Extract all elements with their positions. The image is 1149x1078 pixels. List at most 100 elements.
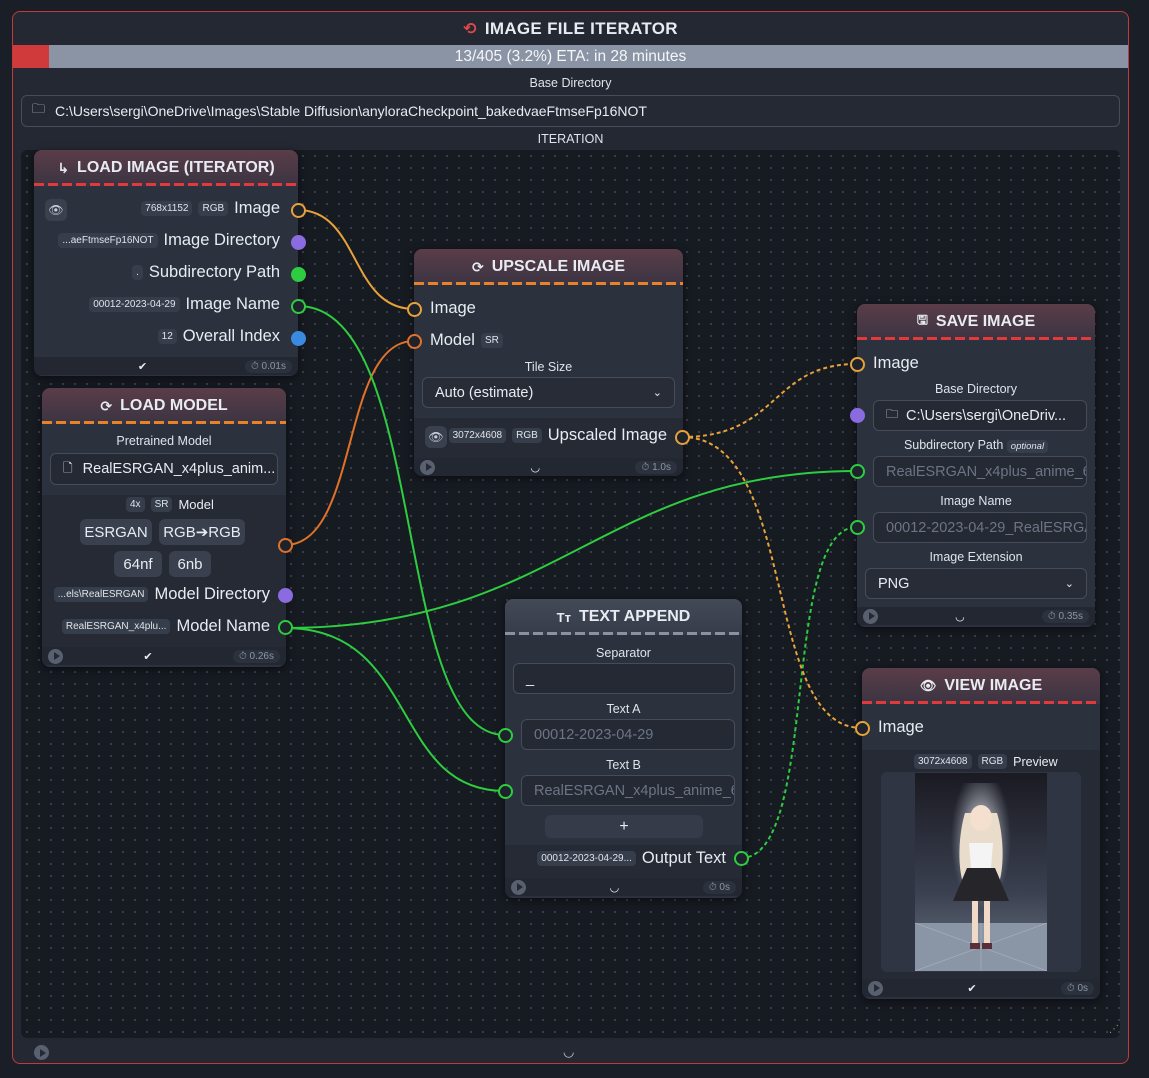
output-label: Upscaled Image [547, 426, 667, 444]
text-b-label: Text B [606, 758, 641, 772]
header-divider [42, 421, 286, 424]
handle-save-name-in[interactable] [850, 520, 865, 535]
value-tag: . [132, 265, 143, 280]
spinner-icon: ◡ [609, 881, 620, 894]
input-label: Image [873, 354, 919, 372]
value-tag: 00012-2023-04-29... [537, 851, 636, 866]
base-directory-field[interactable]: 🗀 C:\Users\sergi\OneDrive\Images\Stable … [21, 95, 1120, 127]
handle-upscaled-out[interactable] [675, 430, 690, 445]
text-a-value: 00012-2023-04-29 [534, 726, 654, 743]
add-input-button[interactable]: + [545, 815, 703, 838]
value-tag: RealESRGAN_x4plu... [61, 619, 171, 634]
load-image-title: LOAD IMAGE (ITERATOR) [77, 159, 275, 176]
separator-field[interactable]: _ [513, 663, 735, 694]
handle-save-subdir-in[interactable] [850, 464, 865, 479]
handle-directory-out[interactable] [291, 235, 306, 250]
input-image: Image [430, 299, 476, 318]
timer: ⏱ 0.35s [1041, 609, 1089, 623]
output-image-name: 00012-2023-04-29 Image Name [89, 295, 280, 314]
iteration-label: ITERATION [537, 132, 604, 146]
handle-save-image-in[interactable] [850, 357, 865, 372]
handle-text-b-in[interactable] [498, 784, 513, 799]
timer: ⏱ 0.01s [244, 359, 292, 373]
model-type-row: 4x SR Model [126, 497, 214, 512]
handle-subdir-out[interactable] [291, 267, 306, 282]
handle-model-out[interactable] [278, 538, 293, 553]
chevron-down-icon: ⌄ [652, 387, 662, 399]
handle-upscale-model-in[interactable] [407, 334, 422, 349]
timer: ⏱ 1.0s [635, 460, 677, 474]
output-label: Subdirectory Path [148, 263, 280, 281]
play-icon[interactable] [48, 648, 63, 664]
value-tag: 00012-2023-04-29 [89, 297, 180, 312]
output-label: Model Name [176, 617, 270, 635]
image-extension-select[interactable]: PNG ⌄ [865, 568, 1087, 599]
color-pill: RGB➔RGB [159, 519, 245, 545]
text-icon: Tт [556, 609, 571, 625]
check-icon: ✔ [143, 650, 153, 663]
check-icon: ✔ [137, 360, 148, 373]
output-model-directory: ...els\RealESRGAN Model Directory [53, 585, 270, 604]
input-label: Image [430, 299, 476, 317]
image-name-field[interactable]: 00012-2023-04-29_RealESRGA [873, 512, 1087, 543]
preview-image [915, 773, 1047, 971]
eye-icon[interactable]: 👁 [425, 426, 447, 448]
text-append-title: TEXT APPEND [578, 608, 691, 625]
image-extension-value: PNG [878, 575, 910, 592]
header-divider [505, 632, 742, 635]
folder-icon: 🗀 [886, 407, 899, 421]
arrow-icon: ↳ [57, 159, 70, 176]
upscale-image-node[interactable]: ⟳ UPSCALE IMAGE Image Model SR Tile Size… [414, 249, 683, 476]
output-upscaled-image: 3072x4608 RGB Upscaled Image [448, 426, 667, 445]
input-label: Image [878, 718, 924, 736]
header-divider [857, 337, 1095, 340]
text-b-value: RealESRGAN_x4plus_anime_6 [534, 782, 735, 799]
handle-imagename-out[interactable] [291, 299, 306, 314]
handle-save-basedir-in[interactable] [850, 408, 865, 423]
separator-label: Separator [596, 646, 651, 660]
scale-tag: 4x [126, 497, 145, 512]
text-a-field[interactable]: 00012-2023-04-29 [521, 719, 735, 750]
view-image-node[interactable]: 👁 VIEW IMAGE Image 3072x4608 RGB Preview [862, 668, 1100, 999]
handle-output-text-out[interactable] [734, 851, 749, 866]
save-image-node[interactable]: 🖫 SAVE IMAGE Image Base Directory 🗀 C:\U… [857, 304, 1095, 627]
base-directory-field[interactable]: 🗀 C:\Users\sergi\OneDriv... [873, 400, 1087, 431]
handle-upscale-image-in[interactable] [407, 302, 422, 317]
node-footer: ✔ ⏱ 0.01s [34, 357, 298, 375]
output-label: Output Text [641, 849, 726, 867]
model-label: Model [178, 497, 214, 512]
text-b-field[interactable]: RealESRGAN_x4plus_anime_6 [521, 775, 735, 806]
text-append-node[interactable]: Tт TEXT APPEND Separator _ Text A 00012-… [505, 599, 742, 898]
timer: ⏱ 0s [1060, 981, 1094, 995]
base-directory-label: Base Directory [529, 76, 612, 90]
handle-text-a-in[interactable] [498, 728, 513, 743]
load-model-node[interactable]: ⟳ LOAD MODEL Pretrained Model 🗋 RealESRG… [42, 388, 286, 667]
text-a-label: Text A [606, 702, 641, 716]
handle-view-image-in[interactable] [855, 721, 870, 736]
handle-index-out[interactable] [291, 331, 306, 346]
play-icon[interactable] [420, 459, 435, 475]
handle-image-out[interactable] [291, 203, 306, 218]
handle-model-name-out[interactable] [278, 620, 293, 635]
nf-pill: 64nf [114, 551, 162, 577]
play-icon[interactable] [863, 608, 878, 624]
play-icon[interactable] [34, 1045, 49, 1060]
play-icon[interactable] [511, 879, 526, 895]
subdirectory-field[interactable]: RealESRGAN_x4plus_anime_6 [873, 456, 1087, 487]
handle-model-directory-out[interactable] [278, 588, 293, 603]
refresh-icon: ⟳ [471, 258, 484, 275]
node-footer: ◡ ⏱ 1.0s [414, 458, 683, 476]
chevron-down-icon: ⌄ [1064, 578, 1074, 590]
load-image-node[interactable]: ↳ LOAD IMAGE (ITERATOR) 👁 768x1152 RGB I… [34, 150, 298, 376]
play-icon[interactable] [868, 980, 883, 996]
tile-size-select[interactable]: Auto (estimate) ⌄ [422, 377, 675, 408]
subdirectory-value: RealESRGAN_x4plus_anime_6 [886, 463, 1087, 480]
node-footer: ✔ ⏱ 0s [862, 979, 1100, 997]
timer: ⏱ 0s [702, 880, 736, 894]
eye-icon[interactable]: 👁 [45, 199, 67, 221]
pretrained-model-field[interactable]: 🗋 RealESRGAN_x4plus_anim... [50, 453, 278, 485]
resize-handle-icon[interactable]: ⋰ [1109, 1024, 1119, 1035]
input-label: Model [430, 331, 475, 349]
text-append-header: Tт TEXT APPEND [505, 599, 742, 635]
sr-tag: SR [150, 497, 173, 512]
